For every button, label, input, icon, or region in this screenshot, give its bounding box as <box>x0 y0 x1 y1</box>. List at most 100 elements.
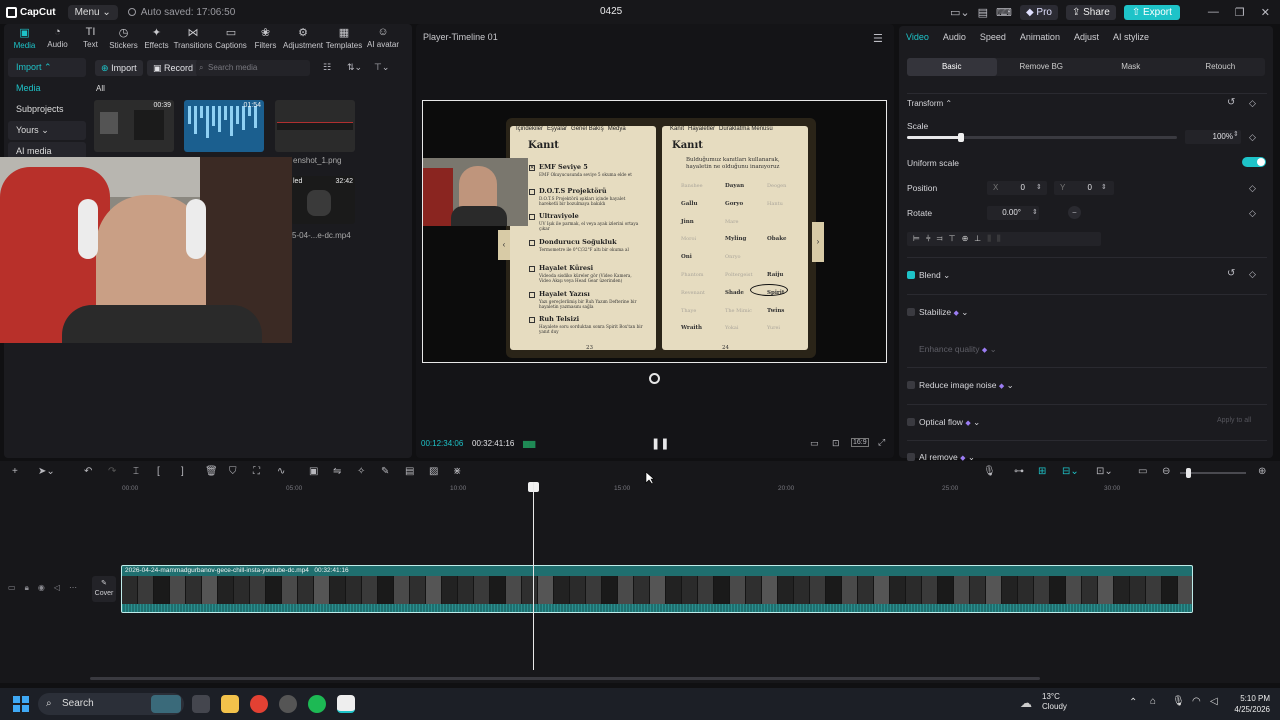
caption-track-icon[interactable]: ▭ <box>1138 466 1147 477</box>
align-center-h-icon[interactable]: ⫩ <box>926 232 931 246</box>
curve-icon[interactable]: ∿ <box>277 466 285 477</box>
maximize-icon[interactable]: ❐ <box>1235 6 1245 19</box>
network-icon[interactable]: ⌂ <box>1150 696 1156 707</box>
tab-video[interactable]: Video <box>906 32 929 42</box>
eye-icon[interactable]: ◉ <box>38 583 45 593</box>
apply-to-all-button[interactable]: Apply to all <box>1217 417 1251 424</box>
transform-section[interactable]: Transform ⌃ <box>907 99 952 108</box>
reset-icon[interactable]: ↺ <box>1227 268 1235 279</box>
freeze-icon[interactable]: ▣ <box>309 466 318 477</box>
mute-icon[interactable]: ◁ <box>54 583 60 593</box>
tab-filters[interactable]: ❀ Filters <box>249 26 282 52</box>
media-thumbnail[interactable] <box>275 100 355 152</box>
view-toggle-icon[interactable]: ☷ <box>323 62 331 73</box>
stepper-icon[interactable]: ⇕ <box>1032 208 1038 216</box>
rotate-dial-icon[interactable]: – <box>1068 206 1081 219</box>
sidebar-item-subprojects[interactable]: Subprojects <box>8 100 86 119</box>
reset-icon[interactable]: ↺ <box>1227 97 1235 108</box>
tab-audio[interactable]: ◔ Audio <box>41 26 74 52</box>
zoom-out-icon[interactable]: ⊖ <box>1162 466 1170 477</box>
zoom-in-icon[interactable]: ⊕ <box>1258 466 1266 477</box>
delete-icon[interactable]: 🗑 <box>205 466 218 477</box>
player-menu-icon[interactable]: ☰ <box>873 32 883 45</box>
windows-start-icon[interactable] <box>13 696 29 712</box>
fit-icon[interactable]: ▭ <box>810 438 819 449</box>
marker-icon[interactable]: ⛉ <box>229 466 237 477</box>
stepper-icon[interactable]: ⇕ <box>1233 130 1239 138</box>
sidebar-item-yours[interactable]: Yours ⌄ <box>8 121 86 140</box>
capcut-taskbar-icon[interactable] <box>337 695 355 713</box>
notes-icon[interactable]: ▤ <box>978 6 988 19</box>
image-tool-icon[interactable]: ▨ <box>429 466 438 477</box>
chrome-icon[interactable] <box>250 695 268 713</box>
microphone-icon[interactable]: 🎙 <box>983 466 996 477</box>
keyframe-icon[interactable]: ◇ <box>1249 132 1256 143</box>
rotate-handle-icon[interactable] <box>649 373 660 384</box>
tab-effects[interactable]: ✦ Effects <box>140 26 173 52</box>
weather-widget[interactable]: 13°C Cloudy <box>1042 692 1067 712</box>
menu-button[interactable]: Menu ⌄ <box>67 4 118 20</box>
video-preview[interactable]: İçindekiler Eşyalar Genel Bakış Medya Ka… <box>422 100 887 363</box>
split-left-icon[interactable]: [ <box>157 466 160 477</box>
select-tool-icon[interactable]: ➤⌄ <box>38 466 55 477</box>
stabilize-checkbox[interactable] <box>907 308 915 316</box>
tab-templates[interactable]: ▦ Templates <box>324 26 364 52</box>
filter-icon[interactable]: ⊤⌄ <box>374 62 389 73</box>
keyframe-icon[interactable]: ◇ <box>1249 98 1256 109</box>
file-explorer-icon[interactable] <box>221 695 239 713</box>
close-icon[interactable]: ✕ <box>1261 6 1270 19</box>
preview-axis-icon[interactable]: ⊡⌄ <box>1096 466 1113 477</box>
blend-checkbox[interactable] <box>907 271 915 279</box>
blend-section[interactable]: Blend ⌄ <box>919 270 950 281</box>
optical-flow-checkbox[interactable] <box>907 418 915 426</box>
filter-all-label[interactable]: All <box>96 84 105 93</box>
ai-remove-checkbox[interactable] <box>907 453 915 461</box>
tab-text[interactable]: TI Text <box>74 26 107 52</box>
stabilize-section[interactable]: Stabilize ◆ ⌄ <box>919 307 968 318</box>
beat-icon[interactable]: ⋇ <box>453 466 461 477</box>
wifi-icon[interactable]: ◠ <box>1192 696 1201 707</box>
layout-icon[interactable]: ▭⌄ <box>950 6 970 19</box>
system-clock[interactable]: 5:10 PM 4/25/2026 <box>1234 693 1270 715</box>
distribute-v-icon[interactable]: ⫼ <box>997 232 1001 246</box>
pro-button[interactable]: ◆ Pro <box>1019 4 1058 20</box>
magic-icon[interactable]: ✎ <box>381 466 389 477</box>
tab-adjust[interactable]: Adjust <box>1074 32 1099 42</box>
align-right-icon[interactable]: ⫤ <box>937 232 943 246</box>
tab-adjustment[interactable]: ⚙ Adjustment <box>282 26 324 52</box>
keyframe-icon[interactable]: ◇ <box>1249 183 1256 194</box>
split-right-icon[interactable]: ] <box>181 466 184 477</box>
spotify-icon[interactable] <box>308 695 326 713</box>
share-button[interactable]: ⇪ Share <box>1065 4 1116 20</box>
crop-preview-icon[interactable]: ⊡ <box>832 438 840 449</box>
tab-ai-avatar[interactable]: ☺ AI avatar <box>364 26 402 52</box>
media-thumbnail[interactable]: 00:39 <box>94 100 174 152</box>
sidebar-item-import[interactable]: Import ⌃ <box>8 58 86 77</box>
search-media-input[interactable]: ⌕ Search media <box>196 60 310 76</box>
split-icon[interactable]: ⌶ <box>133 466 139 477</box>
align-top-icon[interactable]: ⊤ <box>949 232 956 246</box>
scale-slider[interactable] <box>907 133 1177 142</box>
media-thumbnail[interactable]: 01:54 <box>184 100 264 152</box>
mic-tray-icon[interactable]: 🎙 <box>1172 696 1185 707</box>
export-button[interactable]: ⇧ Export <box>1123 4 1180 20</box>
reduce-noise-checkbox[interactable] <box>907 381 915 389</box>
magnet-icon[interactable]: ⊞ <box>1038 466 1046 477</box>
video-clip[interactable]: 2026-04-24-mammadgurbanov-gece-chill-ins… <box>121 565 1193 613</box>
sort-icon[interactable]: ⇅⌄ <box>347 62 362 73</box>
fullscreen-icon[interactable]: ⤢ <box>878 437 885 448</box>
tab-speed[interactable]: Speed <box>980 32 1006 42</box>
captions-tool-icon[interactable]: ▤ <box>405 466 414 477</box>
subtab-mask[interactable]: Mask <box>1086 58 1176 76</box>
playhead[interactable] <box>533 482 534 670</box>
track-hide-icon[interactable]: ▭ <box>8 583 16 593</box>
cover-button[interactable]: ✎ Cover <box>92 576 116 602</box>
zoom-slider[interactable] <box>1180 468 1246 478</box>
keyframe-icon[interactable]: ◇ <box>1249 269 1256 280</box>
align-center-v-icon[interactable]: ⊕ <box>962 232 969 246</box>
tab-audio-props[interactable]: Audio <box>943 32 966 42</box>
aspect-ratio-button[interactable]: 16:9 <box>851 438 869 447</box>
add-track-icon[interactable]: + <box>12 466 18 477</box>
enhance-quality[interactable]: Enhance quality ◆ ⌄ <box>919 344 997 355</box>
tray-chevron-icon[interactable]: ⌃ <box>1129 697 1137 708</box>
